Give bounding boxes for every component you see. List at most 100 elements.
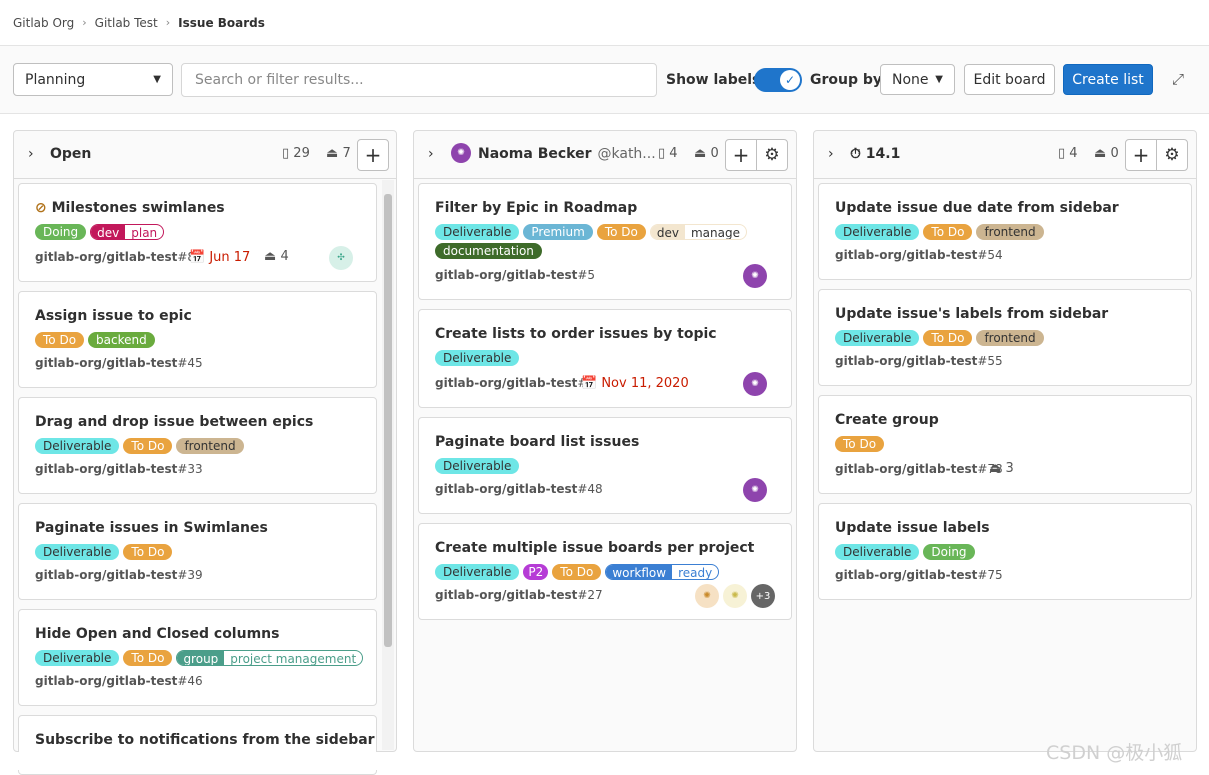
label-todo[interactable]: To Do: [123, 438, 173, 454]
issue-card[interactable]: ⊘ Milestones swimlanes Doing dev plan git…: [18, 183, 377, 282]
show-labels-toggle[interactable]: ✓: [754, 68, 802, 92]
label-todo[interactable]: To Do: [35, 332, 85, 348]
create-list-button[interactable]: Create list: [1063, 64, 1153, 95]
issue-card[interactable]: Hide Open and Closed columns Deliverable…: [18, 609, 377, 706]
issue-title[interactable]: Update issue labels: [835, 520, 990, 536]
list-settings-button[interactable]: ⚙: [756, 139, 788, 171]
issue-title[interactable]: ⊘ Milestones swimlanes: [35, 200, 225, 216]
issue-path: gitlab-org/gitlab-test: [35, 674, 178, 688]
new-issue-button[interactable]: +: [1125, 139, 1157, 171]
label-todo[interactable]: To Do: [552, 564, 602, 580]
breadcrumb-org[interactable]: Gitlab Org: [13, 16, 74, 30]
label-deliverable[interactable]: Deliverable: [835, 544, 920, 560]
issue-card[interactable]: Update issue labels Deliverable Doing gi…: [818, 503, 1192, 600]
new-issue-button[interactable]: +: [725, 139, 757, 171]
avatar[interactable]: ✣: [329, 246, 353, 270]
issue-labels: Deliverable To Do frontend: [835, 330, 1175, 346]
issue-reference: gitlab-org/gitlab-test#33: [35, 462, 203, 476]
label-frontend[interactable]: frontend: [176, 438, 244, 454]
breadcrumb-project[interactable]: Gitlab Test: [95, 16, 158, 30]
avatar[interactable]: ✺: [743, 478, 767, 502]
edit-board-button[interactable]: Edit board: [964, 64, 1055, 95]
label-value: ready: [678, 566, 713, 580]
issue-title[interactable]: Filter by Epic in Roadmap: [435, 200, 637, 216]
issue-title[interactable]: Hide Open and Closed columns: [35, 626, 279, 642]
label-text: backend: [96, 333, 147, 347]
label-group-project-management[interactable]: group project management: [176, 650, 364, 666]
avatar[interactable]: ✺: [743, 264, 767, 288]
issue-title[interactable]: Create lists to order issues by topic: [435, 326, 717, 342]
issue-card[interactable]: Update issue's labels from sidebar Deliv…: [818, 289, 1192, 386]
label-deliverable[interactable]: Deliverable: [35, 650, 120, 666]
label-todo[interactable]: To Do: [923, 224, 973, 240]
issue-title[interactable]: Assign issue to epic: [35, 308, 192, 324]
scrollbar-thumb[interactable]: [384, 194, 392, 647]
issue-card[interactable]: Create multiple issue boards per project…: [418, 523, 792, 620]
issue-path: gitlab-org/gitlab-test: [35, 356, 178, 370]
board-selector[interactable]: Planning ▼: [13, 63, 173, 96]
chevron-right-icon[interactable]: ›: [828, 146, 834, 162]
issue-number: #75: [977, 568, 1003, 582]
weight-count: ⏏ 7: [326, 146, 351, 161]
new-issue-button[interactable]: +: [357, 139, 389, 171]
issue-card[interactable]: Assign issue to epic To Do backend gitla…: [18, 291, 377, 388]
label-dev-manage[interactable]: dev manage: [649, 224, 747, 240]
avatar[interactable]: ✺: [723, 584, 747, 608]
issue-title[interactable]: Subscribe to notifications from the side…: [35, 732, 375, 748]
board-toolbar: Planning ▼ Search or filter results... S…: [0, 46, 1209, 114]
label-todo[interactable]: To Do: [123, 650, 173, 666]
issue-card[interactable]: Paginate board list issues Deliverable g…: [418, 417, 792, 514]
issue-card[interactable]: Filter by Epic in Roadmap Deliverable Pr…: [418, 183, 792, 300]
issue-title[interactable]: Update issue's labels from sidebar: [835, 306, 1108, 322]
issue-title-text: Milestones swimlanes: [51, 200, 225, 216]
issue-card[interactable]: Create group To Do gitlab-org/gitlab-tes…: [818, 395, 1192, 494]
scrollbar[interactable]: [382, 180, 394, 750]
label-todo[interactable]: To Do: [835, 436, 885, 452]
label-doing[interactable]: Doing: [35, 224, 87, 240]
more-assignees-badge[interactable]: +3: [751, 584, 775, 608]
issue-title[interactable]: Paginate board list issues: [435, 434, 639, 450]
label-dev-plan[interactable]: dev plan: [90, 224, 165, 240]
issue-labels: To Do backend: [35, 332, 375, 348]
label-todo[interactable]: To Do: [596, 224, 646, 240]
issue-card[interactable]: Create lists to order issues by topic De…: [418, 309, 792, 408]
label-todo[interactable]: To Do: [123, 544, 173, 560]
label-backend[interactable]: backend: [88, 332, 155, 348]
label-deliverable[interactable]: Deliverable: [435, 458, 520, 474]
issue-title[interactable]: Create group: [835, 412, 939, 428]
label-deliverable[interactable]: Deliverable: [35, 544, 120, 560]
label-premium[interactable]: Premium: [523, 224, 593, 240]
label-p2[interactable]: P2: [523, 564, 549, 580]
label-workflow-ready[interactable]: workflow ready: [605, 564, 720, 580]
issue-title[interactable]: Paginate issues in Swimlanes: [35, 520, 268, 536]
group-by-select[interactable]: None ▼: [880, 64, 955, 95]
label-deliverable[interactable]: Deliverable: [435, 224, 520, 240]
expand-icon[interactable]: ⤢: [1167, 68, 1189, 90]
avatar[interactable]: ✺: [743, 372, 767, 396]
issue-title[interactable]: Create multiple issue boards per project: [435, 540, 754, 556]
label-deliverable[interactable]: Deliverable: [835, 330, 920, 346]
avatar[interactable]: ✺: [695, 584, 719, 608]
issue-card[interactable]: Drag and drop issue between epics Delive…: [18, 397, 377, 494]
search-input[interactable]: Search or filter results...: [181, 63, 657, 97]
label-documentation[interactable]: documentation: [435, 243, 542, 259]
issue-card[interactable]: Paginate issues in Swimlanes Deliverable…: [18, 503, 377, 600]
label-frontend[interactable]: frontend: [976, 224, 1044, 240]
label-deliverable[interactable]: Deliverable: [435, 350, 520, 366]
list-header: › Open ▯ 29 ⏏ 7 +: [14, 131, 396, 179]
label-doing[interactable]: Doing: [923, 544, 975, 560]
issue-title[interactable]: Update issue due date from sidebar: [835, 200, 1119, 216]
breadcrumb-current[interactable]: Issue Boards: [178, 16, 265, 30]
issue-reference: gitlab-org/gitlab-test#54: [835, 248, 1003, 262]
list-settings-button[interactable]: ⚙: [1156, 139, 1188, 171]
issue-title[interactable]: Drag and drop issue between epics: [35, 414, 313, 430]
label-deliverable[interactable]: Deliverable: [435, 564, 520, 580]
label-deliverable[interactable]: Deliverable: [35, 438, 120, 454]
issue-card[interactable]: Update issue due date from sidebar Deliv…: [818, 183, 1192, 280]
label-frontend[interactable]: frontend: [976, 330, 1044, 346]
chevron-right-icon[interactable]: ›: [28, 146, 34, 162]
label-text: Doing: [931, 545, 967, 559]
chevron-right-icon[interactable]: ›: [428, 146, 434, 162]
label-deliverable[interactable]: Deliverable: [835, 224, 920, 240]
label-todo[interactable]: To Do: [923, 330, 973, 346]
